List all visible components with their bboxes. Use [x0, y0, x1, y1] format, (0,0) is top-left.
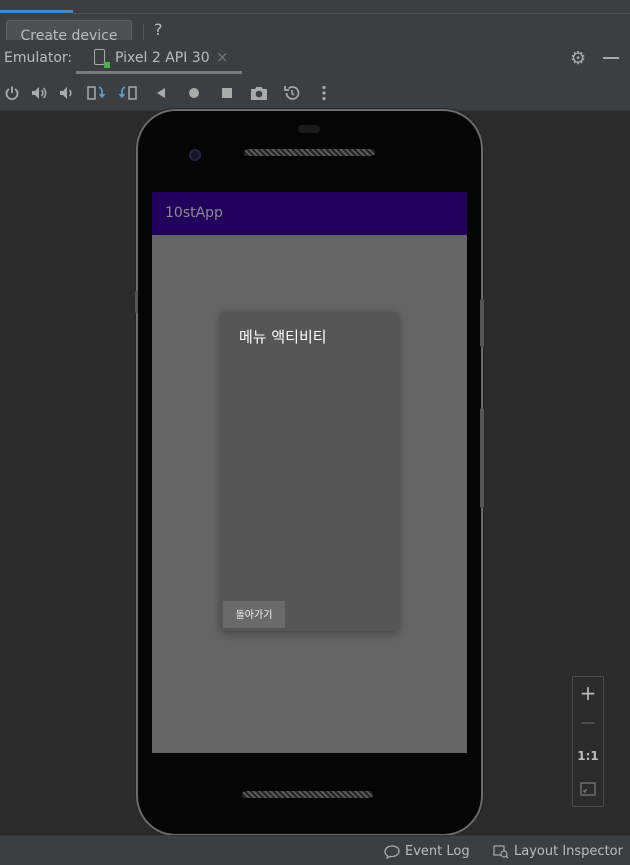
bottom-speaker-grille	[242, 791, 373, 798]
device-manager-strip: Create device ?	[0, 0, 630, 50]
more-icon[interactable]	[315, 84, 333, 102]
app-bar: 10stApp	[152, 192, 467, 235]
layout-inspector-icon	[493, 844, 509, 858]
home-icon[interactable]	[185, 84, 203, 102]
screenshot-icon[interactable]	[250, 84, 268, 102]
zoom-actual-size-button[interactable]: 1:1	[573, 749, 603, 763]
event-log-label: Event Log	[405, 844, 470, 859]
volume-rocker	[480, 408, 484, 508]
top-speaker-grille	[244, 149, 375, 156]
tab-label: Pixel 2 API 30	[115, 50, 210, 66]
rotate-right-icon[interactable]	[119, 84, 137, 102]
rotate-left-icon[interactable]	[87, 84, 105, 102]
device-screen[interactable]: 10stApp 메뉴 액티비티 돌아가기	[152, 192, 467, 753]
overview-icon[interactable]	[218, 84, 236, 102]
back-icon[interactable]	[152, 84, 170, 102]
selected-tab-indicator	[0, 10, 73, 13]
device-frame: 10stApp 메뉴 액티비티 돌아가기	[135, 111, 484, 834]
event-log-button[interactable]: Event Log	[384, 844, 470, 859]
power-button	[480, 299, 484, 347]
back-button[interactable]: 돌아가기	[223, 601, 285, 628]
speech-bubble-icon	[384, 844, 400, 859]
fit-screen-icon[interactable]	[573, 781, 603, 800]
volume-down-icon[interactable]	[57, 84, 75, 102]
snapshot-icon[interactable]	[283, 84, 301, 102]
zoom-out-button[interactable]: —	[573, 715, 603, 731]
emulator-header: Emulator: Pixel 2 API 30 × ⚙	[0, 40, 630, 76]
emulator-label: Emulator:	[4, 50, 73, 66]
close-icon[interactable]: ×	[216, 48, 229, 66]
divider	[73, 13, 630, 14]
proximity-sensor	[298, 125, 320, 133]
layout-inspector-label: Layout Inspector	[514, 844, 623, 859]
front-camera	[189, 149, 201, 161]
side-key	[135, 291, 138, 313]
app-title: 10stApp	[165, 205, 223, 221]
layout-inspector-button[interactable]: Layout Inspector	[493, 844, 623, 859]
active-tab-underline	[76, 71, 242, 74]
device-icon	[94, 49, 110, 68]
zoom-in-button[interactable]: +	[573, 681, 603, 705]
power-icon[interactable]	[3, 84, 21, 102]
zoom-controls: + — 1:1	[572, 676, 604, 807]
help-icon[interactable]: ?	[154, 20, 163, 39]
tab-pixel-2-api-30[interactable]: Pixel 2 API 30 ×	[76, 40, 242, 74]
emulator-toolbar	[0, 76, 630, 111]
menu-activity-dialog: 메뉴 액티비티 돌아가기	[221, 312, 398, 631]
volume-up-icon[interactable]	[30, 84, 48, 102]
status-bar: Event Log Layout Inspector	[0, 835, 630, 865]
gear-icon[interactable]: ⚙	[570, 48, 586, 69]
minimize-icon[interactable]	[603, 57, 619, 59]
dialog-title: 메뉴 액티비티	[239, 328, 327, 346]
